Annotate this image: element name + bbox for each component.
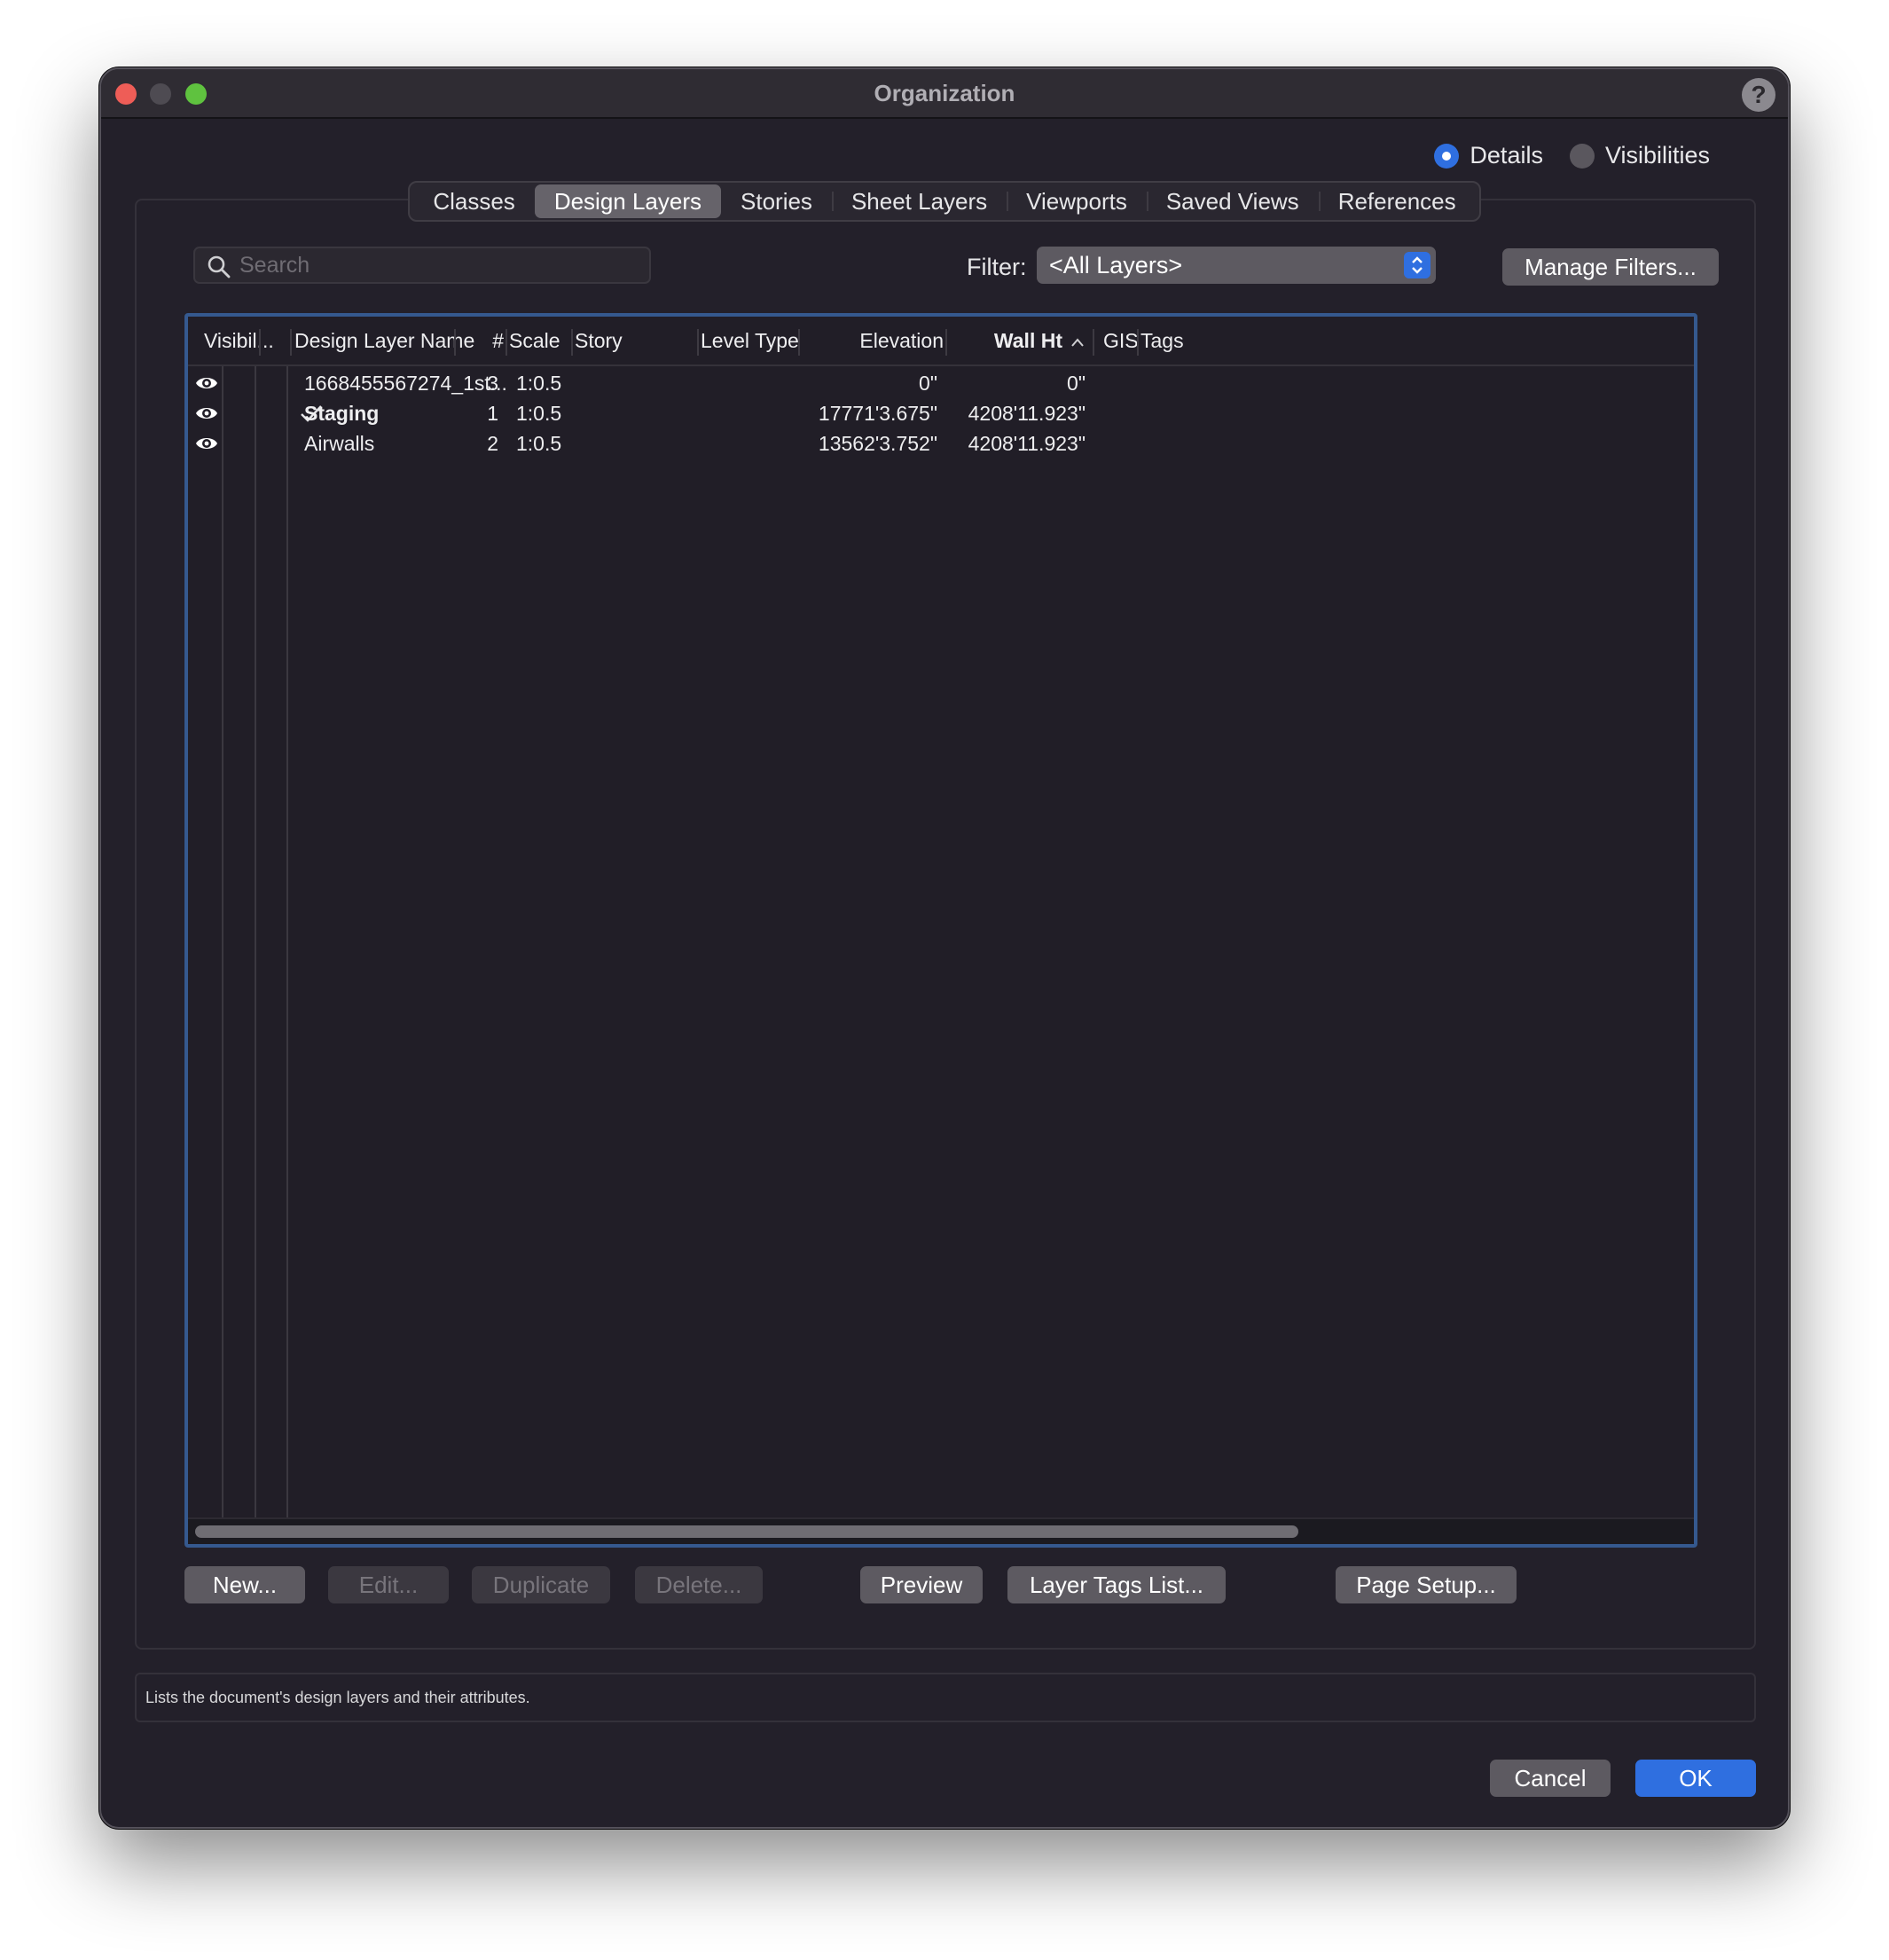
tab-references[interactable]: References (1318, 184, 1476, 218)
column-separator[interactable] (506, 329, 507, 356)
table-header: Visibil... Design Layer Name # Scale Sto… (188, 317, 1694, 366)
layer-elevation: 17771'3.675" (818, 402, 937, 425)
layer-scale: 1:0.5 (516, 372, 562, 395)
column-header-visibility[interactable]: Visibil... (204, 329, 274, 353)
tab-strip: Classes Design Layers Stories Sheet Laye… (101, 181, 1788, 222)
manage-filters-button[interactable]: Manage Filters... (1502, 248, 1719, 286)
tab-sheet-layers[interactable]: Sheet Layers (831, 184, 1007, 218)
column-header-wall-ht[interactable]: Wall Ht (949, 329, 1062, 353)
layer-elevation: 13562'3.752" (818, 432, 937, 455)
visibilities-radio[interactable]: Visibilities (1569, 142, 1710, 169)
column-separator[interactable] (697, 329, 699, 356)
column-separator[interactable] (1093, 329, 1094, 356)
search-input[interactable] (239, 248, 639, 282)
table-row[interactable]: 1668455567274_1st... 3 1:0.5 0" 0" (188, 368, 1694, 398)
column-header-elevation[interactable]: Elevation (802, 329, 944, 353)
eye-icon[interactable] (195, 375, 218, 391)
design-layers-table[interactable]: Visibil... Design Layer Name # Scale Sto… (184, 313, 1697, 1548)
eye-icon[interactable] (195, 405, 218, 421)
filter-select[interactable]: <All Layers> (1037, 247, 1436, 284)
column-separator[interactable] (571, 329, 573, 356)
tab-design-layers[interactable]: Design Layers (534, 184, 722, 218)
organization-dialog: Organization ? Details Visibilities Clas… (99, 67, 1790, 1829)
column-header-scale[interactable]: Scale (509, 329, 560, 353)
tab-saved-views[interactable]: Saved Views (1146, 184, 1319, 218)
layer-number: 1 (487, 402, 498, 425)
tab-classes[interactable]: Classes (413, 184, 534, 218)
title-bar[interactable]: Organization ? (101, 69, 1788, 119)
eye-icon[interactable] (195, 435, 218, 451)
details-radio[interactable]: Details (1434, 142, 1543, 169)
column-separator[interactable] (454, 329, 456, 356)
layer-tags-list-button[interactable]: Layer Tags List... (1007, 1566, 1226, 1603)
layer-wall-ht: 4208'11.923" (968, 402, 1086, 425)
layer-elevation: 0" (919, 372, 937, 395)
column-divider (255, 366, 256, 1517)
column-header-number[interactable]: # (463, 329, 504, 353)
column-divider (286, 366, 288, 1517)
filter-select-value: <All Layers> (1049, 252, 1183, 278)
chevron-updown-icon (1404, 252, 1430, 278)
search-icon (208, 255, 231, 278)
edit-button[interactable]: Edit... (328, 1566, 449, 1603)
layer-name: Airwalls (304, 432, 375, 455)
horizontal-scrollbar[interactable] (188, 1517, 1694, 1544)
layer-wall-ht: 4208'11.923" (968, 432, 1086, 455)
layer-number: 3 (487, 372, 498, 395)
column-header-level-type[interactable]: Level Type (701, 329, 799, 353)
view-mode-radio-group: Details Visibilities (1420, 142, 1710, 169)
details-radio-dot[interactable] (1434, 143, 1460, 169)
details-radio-label: Details (1470, 142, 1543, 169)
description-help-text: Lists the document's design layers and t… (135, 1673, 1756, 1722)
column-separator[interactable] (945, 329, 947, 356)
layer-scale: 1:0.5 (516, 402, 562, 425)
cancel-button[interactable]: Cancel (1490, 1760, 1611, 1797)
column-separator[interactable] (290, 329, 292, 356)
column-separator[interactable] (1137, 329, 1139, 356)
delete-button[interactable]: Delete... (635, 1566, 763, 1603)
layer-wall-ht: 0" (1067, 372, 1086, 395)
tab-stories[interactable]: Stories (721, 184, 832, 218)
layer-name: Staging (304, 402, 380, 425)
column-separator[interactable] (259, 329, 261, 356)
table-row[interactable]: Staging 1 1:0.5 17771'3.675" 4208'11.923… (188, 398, 1694, 428)
segmented-tab-bar: Classes Design Layers Stories Sheet Laye… (408, 181, 1481, 222)
preview-button[interactable]: Preview (860, 1566, 983, 1603)
duplicate-button[interactable]: Duplicate (472, 1566, 610, 1603)
visibilities-radio-dot[interactable] (1569, 143, 1595, 169)
visibilities-radio-label: Visibilities (1604, 142, 1710, 169)
window-title: Organization (874, 80, 1015, 106)
table-row[interactable]: Airwalls 2 1:0.5 13562'3.752" 4208'11.92… (188, 428, 1694, 459)
layer-number: 2 (487, 432, 498, 455)
column-divider (222, 366, 223, 1517)
layer-scale: 1:0.5 (516, 432, 562, 455)
column-header-tags[interactable]: Tags (1140, 329, 1184, 353)
page-setup-button[interactable]: Page Setup... (1336, 1566, 1517, 1603)
new-button[interactable]: New... (184, 1566, 305, 1603)
column-header-name[interactable]: Design Layer Name (294, 329, 474, 353)
horizontal-scrollbar-thumb[interactable] (195, 1525, 1298, 1538)
sort-ascending-icon (1071, 338, 1084, 347)
column-header-gis[interactable]: GIS (1103, 329, 1139, 353)
ok-button[interactable]: OK (1635, 1760, 1756, 1797)
help-button[interactable]: ? (1742, 78, 1775, 112)
search-field[interactable] (193, 247, 651, 284)
filter-label: Filter: (967, 254, 1027, 280)
column-header-story[interactable]: Story (575, 329, 623, 353)
column-separator[interactable] (798, 329, 800, 356)
tab-viewports[interactable]: Viewports (1007, 184, 1147, 218)
